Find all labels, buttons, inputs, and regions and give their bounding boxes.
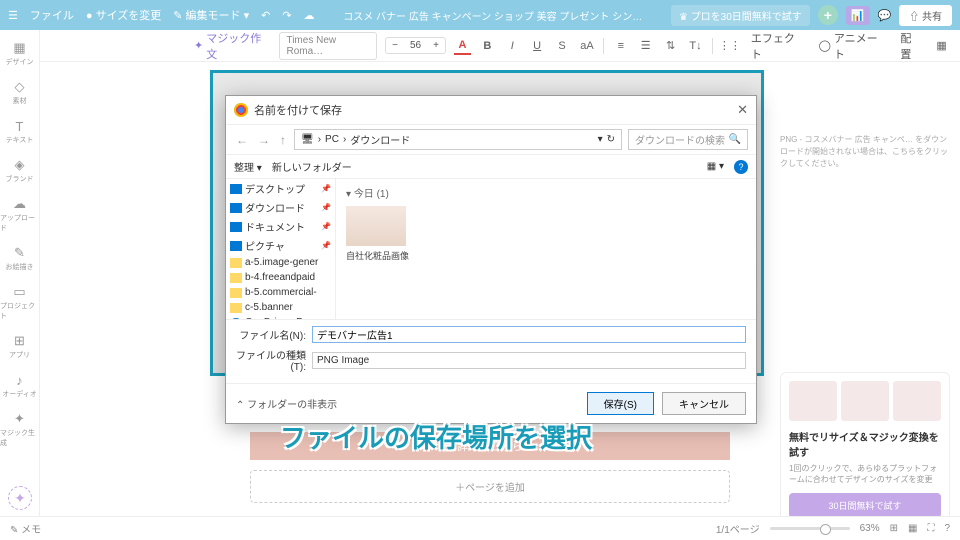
cancel-button[interactable]: キャンセル <box>662 392 746 415</box>
magic-write-button[interactable]: ✦ マジック作文 <box>190 28 271 64</box>
redo-icon[interactable]: ↷ <box>282 9 291 22</box>
document-title[interactable]: コスメ バナー 広告 キャンペーン ショップ 美容 プレゼント シン… <box>325 8 661 23</box>
effect-button[interactable]: エフェクト <box>747 28 807 64</box>
new-folder-button[interactable]: 新しいフォルダー <box>272 159 352 174</box>
dialog-title: 名前を付けて保存 <box>254 102 342 118</box>
zoom-level[interactable]: 63% <box>860 523 880 534</box>
sidebar-item-magic[interactable]: ✦マジック生成 <box>0 407 39 452</box>
edit-mode-menu[interactable]: ✎ 編集モード ▾ <box>173 7 249 23</box>
view-icon[interactable]: ▦ ▾ <box>707 161 724 172</box>
pro-trial-button[interactable]: ♛ プロを30日間無料で試す <box>671 5 810 26</box>
animate-button[interactable]: ◯ アニメート <box>815 28 889 64</box>
promo-cta-button[interactable]: 30日間無料で試す <box>789 493 941 516</box>
nav-up-icon[interactable]: ↑ <box>278 133 288 147</box>
nav-back-icon[interactable]: ← <box>234 133 250 147</box>
filename-label: ファイル名(N): <box>236 327 306 342</box>
vertical-text-button[interactable]: T↓ <box>687 37 704 55</box>
chart-icon[interactable]: 📊 <box>846 6 870 25</box>
memo-button[interactable]: ✎ メモ <box>10 521 41 536</box>
font-select[interactable]: Times New Roma… <box>279 32 377 60</box>
add-button[interactable]: + <box>818 5 838 25</box>
save-button[interactable]: 保存(S) <box>587 392 654 415</box>
case-button[interactable]: aA <box>579 37 596 55</box>
sidebar-item-apps[interactable]: ⊞アプリ <box>0 329 39 364</box>
share-button[interactable]: ⇧ 共有 <box>899 5 952 26</box>
menu-icon[interactable]: ☰ <box>8 9 18 22</box>
position-button[interactable]: 配置 <box>896 28 925 64</box>
more-icon[interactable]: ⋮⋮ <box>721 37 739 55</box>
path-breadcrumb[interactable]: 🖥›PC›ダウンロード ▾↻ <box>294 129 622 150</box>
left-sidebar: ▦デザイン ◇素材 Tテキスト ◈ブランド ☁アップロード ✎お絵描き ▭プロジ… <box>0 30 40 516</box>
underline-button[interactable]: U <box>529 37 546 55</box>
sidebar-item-projects[interactable]: ▭プロジェクト <box>0 280 39 325</box>
download-notice: PNG - コスメバナー 広告 キャンペ… をダウンロードが開始されない場合は、… <box>780 134 950 170</box>
close-button[interactable]: ✕ <box>737 102 748 118</box>
text-color-button[interactable]: A <box>454 37 471 55</box>
fullscreen-icon[interactable]: ⛶ <box>927 523 934 534</box>
filetype-label: ファイルの種類(T): <box>236 347 306 373</box>
promo-title: 無料でリサイズ＆マジック変換を試す <box>789 429 941 459</box>
help-icon[interactable]: ? <box>734 160 748 174</box>
organize-button[interactable]: 整理 ▾ <box>234 159 262 174</box>
list-button[interactable]: ☰ <box>637 37 654 55</box>
list-view-icon[interactable]: ▦ <box>908 523 917 534</box>
help-icon[interactable]: ? <box>944 523 950 534</box>
filename-input[interactable] <box>312 326 746 343</box>
filetype-select[interactable]: PNG Image <box>312 352 746 369</box>
strike-button[interactable]: S <box>554 37 571 55</box>
save-as-dialog: 名前を付けて保存 ✕ ← → ↑ 🖥›PC›ダウンロード ▾↻ ダウンロードの検… <box>225 95 757 424</box>
file-list[interactable]: ▾ 今日 (1) 自社化粧品画像 <box>336 179 756 319</box>
transparency-icon[interactable]: ▦ <box>933 37 950 55</box>
top-bar: ☰ ファイル ● サイズを変更 ✎ 編集モード ▾ ↶ ↷ ☁ コスメ バナー … <box>0 0 960 30</box>
fab-button[interactable]: ✦ <box>8 486 32 510</box>
sidebar-item-audio[interactable]: ♪オーディオ <box>0 368 39 403</box>
resize-menu[interactable]: ● サイズを変更 <box>86 7 161 23</box>
zoom-slider[interactable] <box>770 527 850 530</box>
align-button[interactable]: ≡ <box>612 37 629 55</box>
sidebar-item-elements[interactable]: ◇素材 <box>0 75 39 110</box>
grid-view-icon[interactable]: ⊞ <box>890 523 898 534</box>
page-indicator[interactable]: 1/1ページ <box>716 521 760 536</box>
spacing-button[interactable]: ⇅ <box>662 37 679 55</box>
sidebar-item-draw[interactable]: ✎お絵描き <box>0 241 39 276</box>
chrome-icon <box>234 103 248 117</box>
instruction-overlay: ファイルの保存場所を選択 <box>280 418 592 455</box>
folder-tree[interactable]: デスクトップ📌 ダウンロード📌 ドキュメント📌 ピクチャ📌 a-5.image-… <box>226 179 336 319</box>
undo-icon[interactable]: ↶ <box>261 9 270 22</box>
bold-button[interactable]: B <box>479 37 496 55</box>
add-page-button[interactable]: ＋ページを追加 <box>250 470 730 503</box>
file-item[interactable]: 自社化粧品画像 <box>346 206 409 262</box>
sidebar-item-brand[interactable]: ◈ブランド <box>0 153 39 188</box>
search-input[interactable]: ダウンロードの検索🔍 <box>628 129 748 150</box>
text-toolbar: ✦ マジック作文 Times New Roma… −56+ A B I U S … <box>0 30 960 62</box>
bottom-bar: ✎ メモ 1/1ページ 63% ⊞ ▦ ⛶ ? <box>0 516 960 540</box>
resize-promo-panel: 無料でリサイズ＆マジック変換を試す 1回のクリックで、あらゆるプラットフォームに… <box>780 372 950 516</box>
nav-forward-icon[interactable]: → <box>256 133 272 147</box>
sidebar-item-upload[interactable]: ☁アップロード <box>0 192 39 237</box>
promo-desc: 1回のクリックで、あらゆるプラットフォームに合わせてデザインのサイズを変更 <box>789 463 941 485</box>
sidebar-item-text[interactable]: Tテキスト <box>0 114 39 149</box>
comment-icon[interactable]: 💬 <box>878 9 892 22</box>
font-size-stepper[interactable]: −56+ <box>385 37 446 54</box>
cloud-icon[interactable]: ☁ <box>304 9 315 22</box>
italic-button[interactable]: I <box>504 37 521 55</box>
sidebar-item-design[interactable]: ▦デザイン <box>0 36 39 71</box>
file-menu[interactable]: ファイル <box>30 7 74 23</box>
folder-toggle[interactable]: ⌃ フォルダーの非表示 <box>236 396 337 411</box>
